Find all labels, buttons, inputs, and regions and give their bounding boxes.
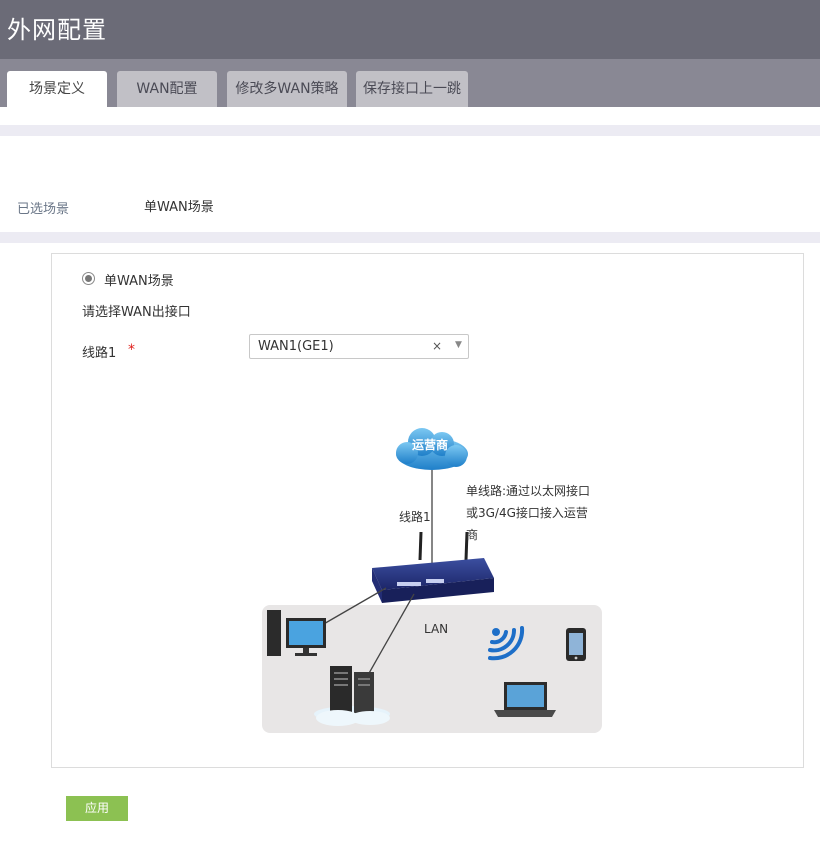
isp-label: 运营商 bbox=[412, 438, 449, 452]
network-diagram: 运营商 线路1 单线路:通过以太网接口或3G/4G接口接入运营商 LAN bbox=[262, 420, 602, 734]
divider-band bbox=[0, 125, 820, 136]
chevron-down-icon[interactable]: ▼ bbox=[455, 340, 462, 350]
tab-wan-config[interactable]: WAN配置 bbox=[117, 71, 217, 107]
single-wan-radio-label[interactable]: 单WAN场景 bbox=[104, 270, 174, 289]
tab-scene-definition[interactable]: 场景定义 bbox=[7, 71, 107, 107]
wan-interface-select-value: WAN1(GE1) bbox=[258, 339, 334, 354]
tab-bar: 场景定义 WAN配置 修改多WAN策略 保存接口上一跳 bbox=[0, 59, 820, 107]
apply-button[interactable]: 应用 bbox=[66, 796, 128, 821]
wifi-signal-icon bbox=[488, 626, 525, 661]
mobile-phone-icon bbox=[566, 628, 586, 661]
wan-interface-prompt: 请选择WAN出接口 bbox=[82, 305, 191, 320]
link-label: 线路1 bbox=[399, 510, 431, 524]
server-icon bbox=[314, 666, 390, 726]
page-header: 外网配置 bbox=[0, 0, 820, 59]
single-wan-radio[interactable] bbox=[82, 272, 95, 285]
diagram-graphics bbox=[267, 428, 586, 726]
wan-interface-select[interactable]: WAN1(GE1) × ▼ bbox=[249, 334, 469, 359]
required-mark: * bbox=[128, 342, 135, 358]
selected-scene-label: 已选场景 bbox=[17, 202, 70, 217]
tab-save-interface-next-hop[interactable]: 保存接口上一跳 bbox=[356, 71, 468, 107]
laptop-icon bbox=[494, 682, 556, 717]
page-title: 外网配置 bbox=[7, 16, 107, 44]
selected-scene-value: 单WAN场景 bbox=[144, 200, 214, 215]
clear-icon[interactable]: × bbox=[432, 339, 442, 353]
lan-label: LAN bbox=[424, 622, 449, 636]
tab-modify-multi-wan-policy[interactable]: 修改多WAN策略 bbox=[227, 71, 347, 107]
scenario-description: 单线路:通过以太网接口或3G/4G接口接入运营商 bbox=[466, 484, 591, 542]
divider-band bbox=[0, 232, 820, 243]
line1-label: 线路1 bbox=[82, 346, 117, 361]
desktop-computer-icon bbox=[267, 610, 326, 656]
